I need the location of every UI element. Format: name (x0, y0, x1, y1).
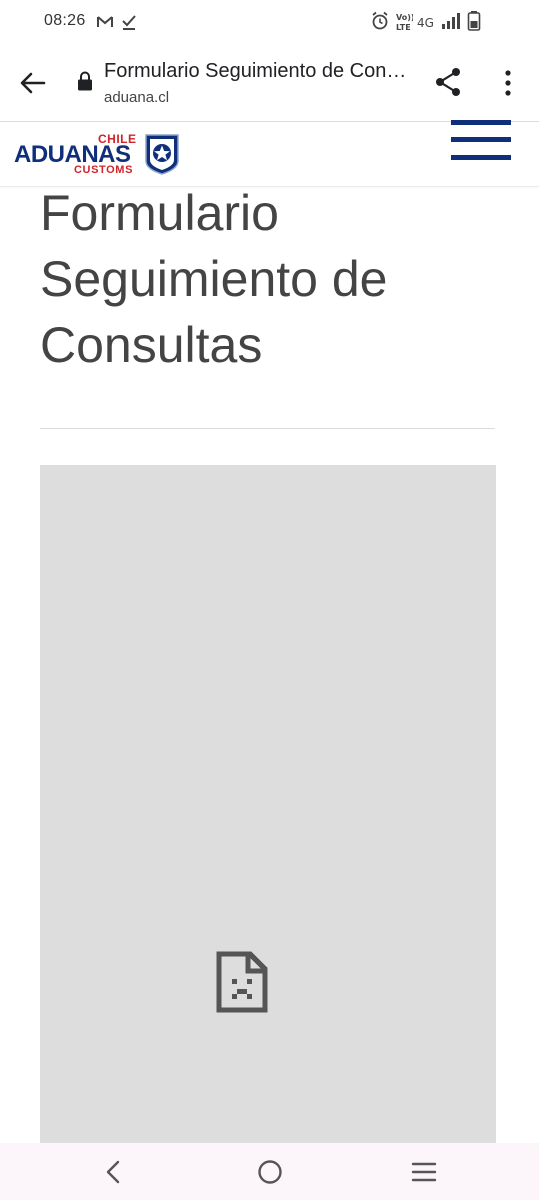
system-nav-bar (0, 1143, 539, 1200)
site-header: CHILE ADUANAS CUSTOMS (0, 120, 539, 187)
svg-text:LTE: LTE (396, 23, 411, 32)
hamburger-bar (451, 120, 511, 125)
svg-text:4G: 4G (417, 16, 434, 30)
signal-icon (442, 13, 460, 29)
more-options-icon[interactable] (497, 68, 519, 98)
url-bar-page-title[interactable]: Formulario Seguimiento de Consultas (104, 60, 414, 83)
url-bar-domain[interactable]: aduana.cl (104, 89, 169, 106)
customs-badge-icon (145, 134, 179, 175)
broken-document-icon (216, 951, 268, 1013)
title-divider (40, 428, 495, 429)
network-4g-icon: 4G (417, 16, 434, 30)
checkmark-download-icon (122, 15, 136, 30)
aduanas-logo[interactable]: CHILE ADUANAS CUSTOMS (14, 132, 184, 178)
embedded-form-frame[interactable] (40, 465, 496, 1165)
nav-home-icon[interactable] (256, 1158, 284, 1186)
back-arrow-icon[interactable] (18, 68, 48, 98)
hamburger-bar (451, 137, 511, 142)
volte-icon: Vo)) LTE (396, 13, 413, 32)
battery-icon (467, 11, 481, 31)
nav-recents-icon[interactable] (410, 1159, 438, 1185)
logo-customs-text: CUSTOMS (74, 164, 134, 176)
status-time: 08:26 (44, 12, 86, 29)
svg-text:Vo)): Vo)) (396, 13, 413, 22)
alarm-icon (372, 11, 388, 30)
nav-back-icon[interactable] (100, 1159, 126, 1185)
screen: 08:26 Vo)) LTE 4G Formulario Seguimiento… (0, 0, 539, 1200)
status-bar: 08:26 Vo)) LTE 4G (0, 0, 539, 44)
browser-toolbar: Formulario Seguimiento de Consultas adua… (0, 44, 539, 122)
share-icon[interactable] (432, 66, 464, 98)
gmail-icon (97, 16, 113, 27)
page-title: Formulario Seguimiento de Consultas (40, 185, 388, 373)
hamburger-menu-button[interactable] (451, 120, 513, 164)
hamburger-bar (451, 155, 511, 160)
lock-icon[interactable] (76, 70, 94, 92)
